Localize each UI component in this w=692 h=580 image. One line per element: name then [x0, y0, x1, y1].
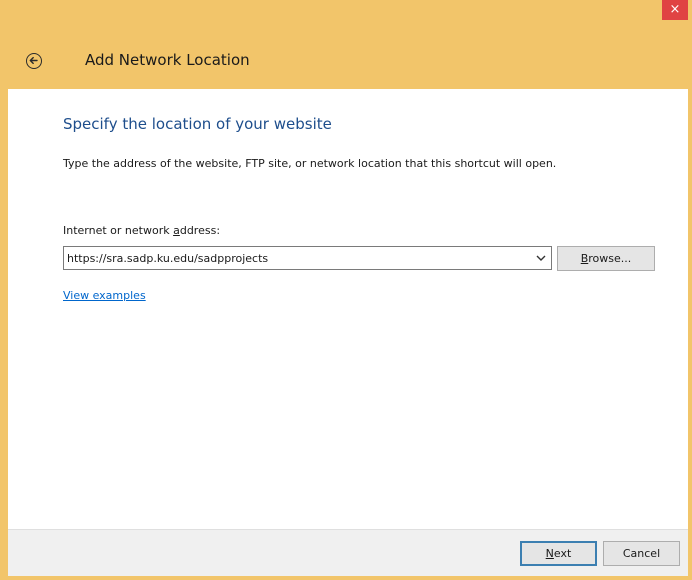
address-label-suffix: ddress: — [179, 224, 221, 237]
address-label-prefix: Internet or network — [63, 224, 174, 237]
add-network-location-window: × Add Network Location Specify the locat… — [0, 0, 692, 580]
address-combobox[interactable] — [63, 246, 552, 270]
next-label: ext — [553, 547, 572, 560]
close-icon: × — [669, 2, 681, 17]
next-button[interactable]: Next — [520, 541, 597, 566]
chevron-down-icon[interactable] — [535, 253, 547, 263]
browse-button[interactable]: Browse... — [557, 246, 655, 271]
instruction-text: Type the address of the website, FTP sit… — [63, 157, 557, 170]
address-label-accelerator: a — [173, 224, 180, 237]
wizard-header: Add Network Location — [0, 36, 692, 86]
wizard-content: Specify the location of your website Typ… — [8, 89, 688, 529]
back-button[interactable] — [26, 53, 42, 69]
cancel-button[interactable]: Cancel — [603, 541, 680, 566]
next-accelerator: N — [545, 547, 554, 560]
page-heading: Specify the location of your website — [63, 115, 332, 133]
address-label: Internet or network address: — [63, 224, 220, 237]
wizard-footer: Next Cancel — [8, 529, 688, 576]
back-arrow-icon — [29, 56, 38, 65]
view-examples-link[interactable]: View examples — [63, 289, 146, 302]
address-input[interactable] — [64, 247, 526, 269]
close-button[interactable]: × — [662, 0, 688, 20]
browse-label: rowse... — [588, 252, 632, 265]
window-title: Add Network Location — [85, 51, 250, 69]
